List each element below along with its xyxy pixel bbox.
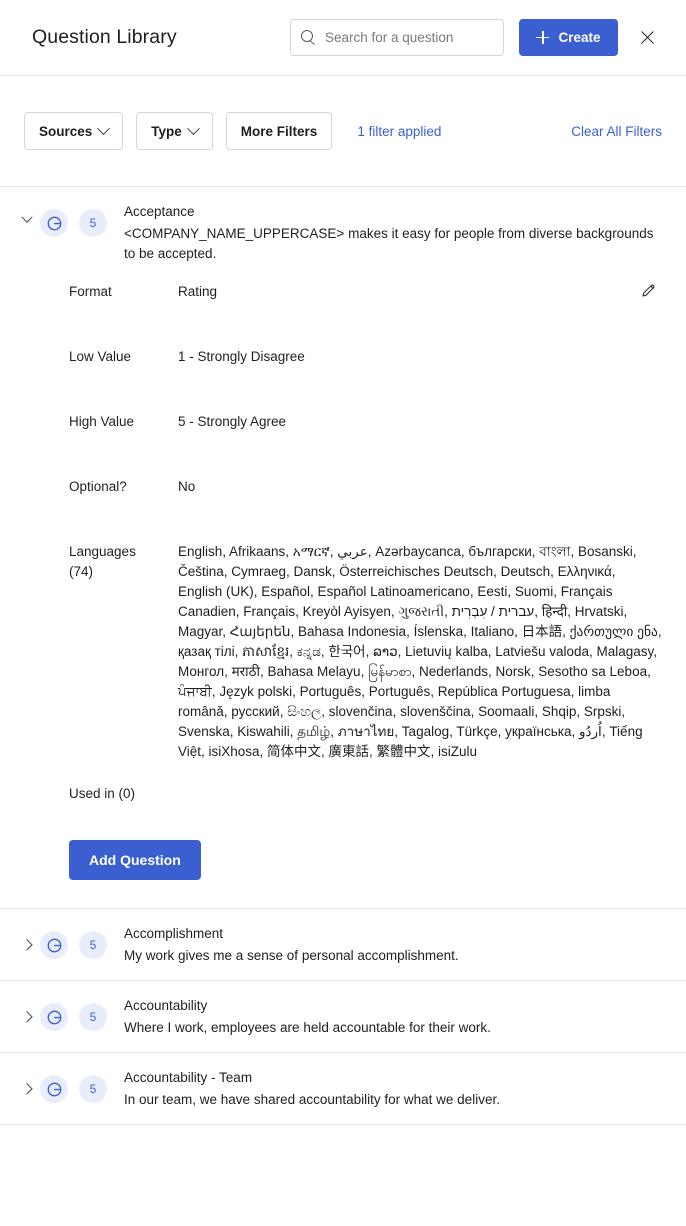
detail-row-languages: Languages (74) English, Afrikaans, አማርኛ,… [69,542,662,762]
glint-source-icon [40,209,68,237]
chevron-down-icon[interactable] [14,211,40,224]
glint-source-icon [40,931,68,959]
filter-bar: Sources Type More Filters 1 filter appli… [0,76,686,187]
add-question-button[interactable]: Add Question [69,840,201,880]
languages-value: English, Afrikaans, አማርኛ, عربي, Azərbayc… [178,544,662,759]
close-button[interactable] [632,23,662,53]
detail-row: Optional? No [69,477,662,497]
add-question-wrap: Add Question [0,840,686,908]
question-text-block: Accomplishment My work gives me a sense … [124,923,662,966]
question-header[interactable]: 5 Accountability Where I work, employees… [0,981,686,1052]
chevron-right-icon[interactable] [14,1010,40,1023]
question-library-panel: Question Library Create Sources Type Mor… [0,0,686,1226]
sources-filter-button[interactable]: Sources [24,112,124,150]
question-body: In our team, we have shared accountabili… [124,1092,500,1107]
edit-button[interactable] [634,276,662,304]
page-title: Question Library [32,26,177,48]
scale-badge: 5 [79,1003,107,1031]
question-text-block: Accountability - Team In our team, we ha… [124,1067,662,1110]
question-item-expanded: 5 Acceptance <COMPANY_NAME_UPPERCASE> ma… [0,187,686,909]
detail-value: 1 - Strongly Disagree [178,349,305,364]
question-name: Accountability - Team [124,1070,253,1085]
search-input[interactable] [325,30,493,45]
detail-row: High Value 5 - Strongly Agree [69,412,662,432]
question-item: 5 Accomplishment My work gives me a sens… [0,909,686,981]
chevron-down-icon [186,121,200,135]
question-item: 5 Accountability Where I work, employees… [0,981,686,1053]
question-header[interactable]: 5 Accountability - Team In our team, we … [0,1053,686,1124]
scale-badge: 5 [79,209,107,237]
detail-label: Low Value [69,349,132,364]
scale-badge: 5 [79,1075,107,1103]
search-box[interactable] [290,19,504,56]
glint-source-icon [40,1003,68,1031]
detail-value: 5 - Strongly Agree [178,414,287,429]
question-details: Format Rating Low Value 1 - Strongly Dis… [0,270,686,762]
question-name: Acceptance [124,204,195,219]
more-filters-label: More Filters [240,123,318,139]
detail-row: Format Rating [69,282,662,302]
question-body: Where I work, employees are held account… [124,1020,491,1035]
more-filters-button[interactable]: More Filters [225,112,333,150]
scale-badge: 5 [79,931,107,959]
question-body: <COMPANY_NAME_UPPERCASE> makes it easy f… [124,226,654,261]
chevron-right-icon[interactable] [14,1082,40,1095]
search-icon [301,30,316,45]
sources-filter-label: Sources [39,123,93,139]
create-button[interactable]: Create [519,19,618,56]
glint-source-icon [40,1075,68,1103]
panel-header: Question Library Create [0,0,686,76]
create-button-label: Create [558,30,601,45]
used-in-label: Used in (0) [69,786,136,801]
detail-row: Low Value 1 - Strongly Disagree [69,347,662,367]
question-header[interactable]: 5 Accomplishment My work gives me a sens… [0,909,686,980]
detail-label: Optional? [69,479,127,494]
pencil-icon [641,284,654,297]
chevron-right-icon[interactable] [14,938,40,951]
plus-icon [536,31,550,44]
question-body: My work gives me a sense of personal acc… [124,948,459,963]
question-name: Accomplishment [124,926,224,941]
languages-label: Languages (74) [69,544,136,579]
question-text-block: Accountability Where I work, employees a… [124,995,662,1038]
clear-all-filters-link[interactable]: Clear All Filters [571,124,662,139]
type-filter-button[interactable]: Type [136,112,213,150]
detail-label: Format [69,284,112,299]
question-item: 5 Accountability - Team In our team, we … [0,1053,686,1125]
detail-label: High Value [69,414,135,429]
question-name: Accountability [124,998,208,1013]
type-filter-label: Type [151,123,182,139]
question-text-block: Acceptance <COMPANY_NAME_UPPERCASE> make… [124,201,662,264]
detail-value: No [178,479,196,494]
detail-value: Rating [178,284,218,299]
close-icon [640,30,655,45]
question-header[interactable]: 5 Acceptance <COMPANY_NAME_UPPERCASE> ma… [0,187,686,270]
question-list: 5 Acceptance <COMPANY_NAME_UPPERCASE> ma… [0,187,686,1226]
chevron-down-icon [97,121,111,135]
filters-applied-link[interactable]: 1 filter applied [357,124,441,139]
